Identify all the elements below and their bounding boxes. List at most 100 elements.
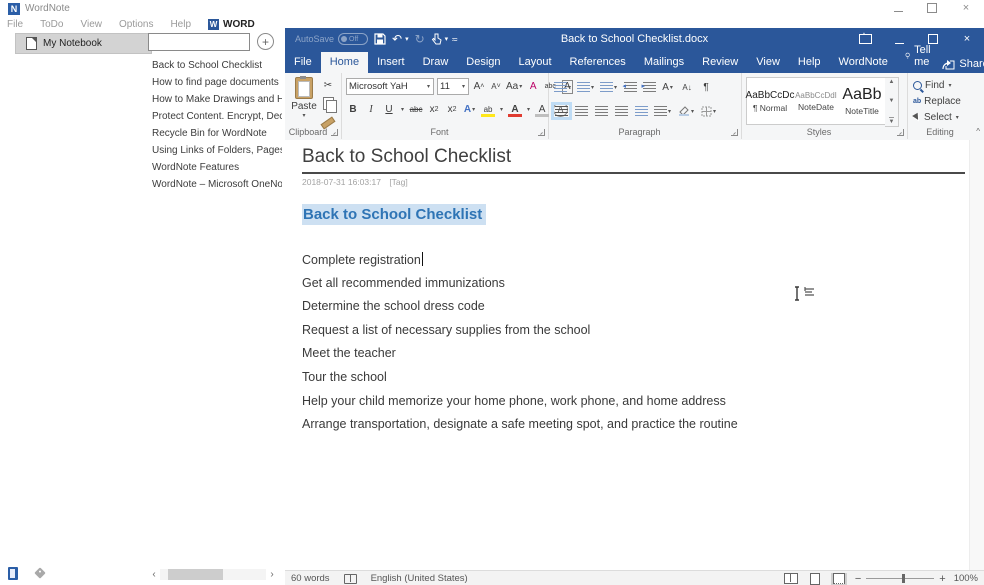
align-right-icon[interactable] bbox=[594, 103, 608, 119]
paste-button[interactable]: Paste ▾ bbox=[289, 77, 319, 125]
add-page-button[interactable]: + bbox=[257, 33, 274, 50]
character-shading-icon[interactable]: A bbox=[535, 101, 549, 117]
align-left-icon[interactable] bbox=[554, 103, 568, 119]
highlight-dropdown-icon[interactable]: ▾ bbox=[500, 106, 503, 113]
sidebar-hscrollbar[interactable]: ‹ › bbox=[148, 568, 278, 581]
tell-me-box[interactable]: Tell me bbox=[897, 40, 943, 73]
page-list-item[interactable]: Recycle Bin for WordNote bbox=[152, 125, 282, 142]
word-count[interactable]: 60 words bbox=[291, 573, 330, 584]
note-page-title[interactable]: Back to School Checklist bbox=[302, 146, 965, 174]
sort-icon[interactable]: A↓ bbox=[680, 79, 694, 95]
tab-help[interactable]: Help bbox=[789, 52, 830, 73]
document-line[interactable]: Complete registration bbox=[302, 252, 950, 276]
document-line[interactable]: Meet the teacher bbox=[302, 346, 950, 370]
document-line[interactable]: Determine the school dress code bbox=[302, 299, 950, 323]
font-color-icon[interactable]: A bbox=[508, 101, 522, 117]
font-size-select[interactable]: 11 ▾ bbox=[437, 78, 469, 95]
align-center-icon[interactable] bbox=[574, 103, 588, 119]
zoom-thumb[interactable] bbox=[902, 574, 905, 583]
wordnote-restore-icon[interactable] bbox=[922, 1, 942, 15]
menu-todo[interactable]: ToDo bbox=[40, 19, 63, 30]
font-dialog-launcher-icon[interactable] bbox=[538, 129, 545, 136]
document-line[interactable]: Tour the school bbox=[302, 370, 950, 394]
tab-layout[interactable]: Layout bbox=[510, 52, 561, 73]
note-tag[interactable]: [Tag] bbox=[389, 177, 407, 187]
shrink-font-icon[interactable]: A˅ bbox=[489, 79, 503, 95]
wordnote-close-icon[interactable]: × bbox=[956, 1, 976, 15]
font-color-dropdown-icon[interactable]: ▾ bbox=[527, 106, 530, 113]
change-case-icon[interactable]: Aa▾ bbox=[506, 79, 523, 95]
font-name-select[interactable]: Microsoft YaH ▾ bbox=[346, 78, 434, 95]
page-list-item[interactable]: Using Links of Folders, Pages, and Par bbox=[152, 142, 282, 159]
page-list-item[interactable]: WordNote – Microsoft OneNote Alterr bbox=[152, 176, 282, 193]
tab-view[interactable]: View bbox=[747, 52, 789, 73]
styles-more-icon[interactable]: ▼ bbox=[889, 117, 895, 125]
distribute-icon[interactable] bbox=[634, 103, 648, 119]
tab-insert[interactable]: Insert bbox=[368, 52, 414, 73]
ribbon-display-options-icon[interactable] bbox=[848, 28, 882, 50]
asian-layout-icon[interactable]: A▾ bbox=[661, 79, 675, 95]
document-line[interactable]: Request a list of necessary supplies fro… bbox=[302, 323, 950, 347]
justify-icon[interactable] bbox=[614, 103, 628, 119]
menu-help[interactable]: Help bbox=[170, 19, 191, 30]
bullets-icon[interactable]: ▾ bbox=[554, 79, 572, 95]
wordnote-minimize-icon[interactable] bbox=[888, 1, 908, 15]
line-spacing-icon[interactable]: ▾ bbox=[654, 103, 672, 119]
paragraph-dialog-launcher-icon[interactable] bbox=[731, 129, 738, 136]
styles-dialog-launcher-icon[interactable] bbox=[897, 129, 904, 136]
styles-scroll-up-icon[interactable]: ▲ bbox=[889, 79, 895, 85]
scroll-right-icon[interactable]: › bbox=[266, 569, 278, 580]
collapse-ribbon-icon[interactable]: ^ bbox=[976, 127, 980, 136]
document-vscrollbar[interactable] bbox=[969, 140, 984, 570]
shading-icon[interactable]: ▾ bbox=[678, 103, 695, 119]
tab-wordnote[interactable]: WordNote bbox=[830, 52, 897, 73]
zoom-level[interactable]: 100% bbox=[954, 573, 978, 584]
tag-icon[interactable] bbox=[34, 567, 45, 578]
page-list-item[interactable]: How to find page documents in Wordr bbox=[152, 74, 282, 91]
menu-view[interactable]: View bbox=[80, 19, 102, 30]
tab-home[interactable]: Home bbox=[321, 52, 368, 73]
page-list-item[interactable]: Protect Content. Encrypt, Decrypt, W bbox=[152, 108, 282, 125]
subscript-icon[interactable]: x2 bbox=[427, 101, 441, 117]
select-button[interactable]: Select ▾ bbox=[913, 110, 961, 125]
document-line[interactable]: Help your child memorize your home phone… bbox=[302, 394, 950, 418]
language-status[interactable]: English (United States) bbox=[371, 573, 468, 584]
hscroll-track[interactable] bbox=[160, 569, 266, 580]
clipboard-dialog-launcher-icon[interactable] bbox=[331, 129, 338, 136]
cut-icon[interactable]: ✂ bbox=[321, 77, 335, 93]
read-mode-icon[interactable] bbox=[783, 573, 799, 585]
borders-icon[interactable]: ▾ bbox=[701, 103, 717, 119]
hscroll-thumb[interactable] bbox=[168, 569, 223, 580]
menu-file[interactable]: File bbox=[7, 19, 23, 30]
zoom-track[interactable] bbox=[866, 578, 934, 579]
underline-icon[interactable]: U bbox=[382, 101, 396, 117]
show-formatting-icon[interactable]: ¶ bbox=[699, 79, 713, 95]
paste-dropdown-icon[interactable]: ▾ bbox=[302, 112, 305, 119]
tab-references[interactable]: References bbox=[561, 52, 635, 73]
document-body[interactable]: Complete registration Get all recommende… bbox=[302, 252, 950, 441]
menu-options[interactable]: Options bbox=[119, 19, 153, 30]
highlight-color-icon[interactable]: ab bbox=[481, 101, 495, 117]
tab-review[interactable]: Review bbox=[693, 52, 747, 73]
document-line[interactable]: Get all recommended immunizations bbox=[302, 276, 950, 300]
increase-indent-icon[interactable] bbox=[642, 79, 656, 95]
superscript-icon[interactable]: x2 bbox=[445, 101, 459, 117]
replace-button[interactable]: ab Replace bbox=[913, 94, 961, 109]
bold-icon[interactable]: B bbox=[346, 101, 360, 117]
page-list-item[interactable]: Back to School Checklist bbox=[152, 57, 282, 74]
my-notebook-button[interactable]: My Notebook bbox=[15, 33, 152, 54]
share-button[interactable]: Share bbox=[942, 58, 984, 70]
grow-font-icon[interactable]: A˄ bbox=[472, 79, 486, 95]
notebook-icon[interactable] bbox=[8, 567, 18, 580]
underline-dropdown-icon[interactable]: ▾ bbox=[401, 106, 404, 113]
strikethrough-icon[interactable]: abc bbox=[409, 101, 423, 117]
style-notetitle[interactable]: AaBb NoteTitle bbox=[839, 78, 885, 124]
multilevel-list-icon[interactable]: ▾ bbox=[600, 79, 618, 95]
proofing-icon[interactable] bbox=[344, 574, 357, 584]
page-list-item[interactable]: WordNote Features bbox=[152, 159, 282, 176]
web-layout-icon[interactable] bbox=[831, 573, 847, 585]
page-list-item[interactable]: How to Make Drawings and Handwritir bbox=[152, 91, 282, 108]
zoom-in-icon[interactable]: + bbox=[939, 573, 945, 585]
tab-mailings[interactable]: Mailings bbox=[635, 52, 693, 73]
document-canvas[interactable]: Back to School Checklist 2018-07-31 16:0… bbox=[285, 140, 984, 570]
